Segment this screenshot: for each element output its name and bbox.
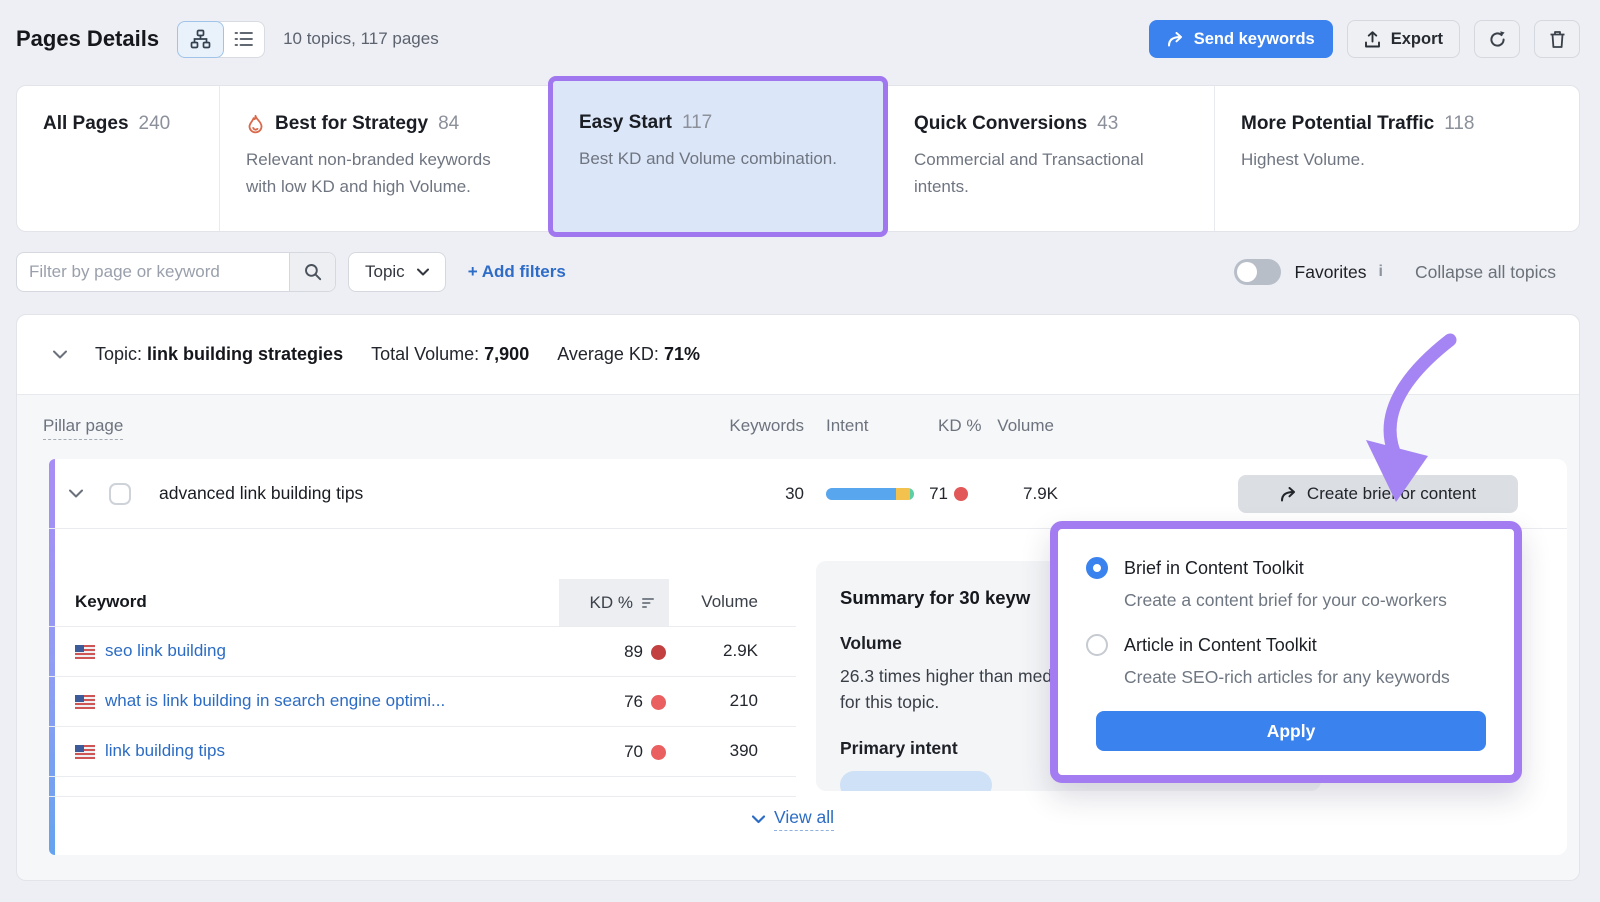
topic-total-volume: Total Volume: 7,900 [371,344,529,365]
radio-selected-icon[interactable] [1086,557,1108,579]
option-description: Create a content brief for your co-worke… [1124,587,1476,614]
row-kd-value: 71 [893,484,968,504]
collapse-all-topics-link[interactable]: Collapse all topics [1415,262,1556,283]
search-input[interactable] [17,253,289,291]
create-content-icon [1280,487,1297,502]
tree-view-button[interactable] [177,21,224,58]
pages-details-screen: Pages Details [0,0,1600,902]
toggle-knob [1237,262,1257,282]
refresh-button[interactable] [1474,20,1520,58]
column-keyword-volume: Volume [694,592,758,612]
radio-unselected-icon[interactable] [1086,634,1108,656]
us-flag-icon [75,695,95,709]
favorites-label: Favorites [1295,262,1367,283]
page-title: Pages Details [16,26,159,52]
apply-button[interactable]: Apply [1096,711,1486,751]
keyword-row: seo link building 89 2.9K [49,626,796,676]
topics-pages-summary: 10 topics, 117 pages [283,29,439,49]
segment-tabs: All Pages 240 Best for Strategy 84 Relev… [16,85,1580,232]
view-all-link[interactable]: View all [774,807,834,831]
keyword-volume: 390 [679,741,758,761]
top-bar: Pages Details [16,16,1580,62]
column-keyword: Keyword [75,592,147,612]
keywords-count: 30 [744,484,804,504]
column-volume: Volume [993,416,1054,436]
list-view-button[interactable] [218,21,265,58]
chevron-down-icon [417,268,429,276]
keyword-kd: 89 [554,627,666,677]
export-button[interactable]: Export [1347,20,1460,58]
tab-best-for-strategy[interactable]: Best for Strategy 84 Relevant non-brande… [219,86,549,231]
kd-difficulty-dot [954,487,968,501]
column-intent: Intent [826,416,869,436]
view-toggle [177,21,265,58]
topic-collapse-chevron-icon[interactable] [53,350,67,359]
send-keywords-icon [1167,32,1184,47]
keyword-kd: 76 [554,677,666,727]
topic-average-kd: Average KD: 71% [557,344,700,365]
delete-button[interactable] [1534,20,1580,58]
favorites-toggle[interactable] [1234,259,1281,285]
keyword-link[interactable]: seo link building [105,641,226,661]
view-all-row: View all [49,796,1537,842]
flame-icon [246,114,265,135]
us-flag-icon [75,745,95,759]
send-keywords-button[interactable]: Send keywords [1149,20,1333,58]
topic-name: Topic: link building strategies [95,344,343,365]
kd-difficulty-dot [651,645,666,660]
keyword-row: what is link building in search engine o… [49,676,796,726]
topic-filter-dropdown[interactable]: Topic [348,252,446,292]
topic-header-row: Topic: link building strategies Total Vo… [17,315,1579,395]
tab-all-pages[interactable]: All Pages 240 [17,86,219,231]
info-icon[interactable]: i [1379,263,1383,281]
keyword-table-header: Keyword KD % Volume [49,579,796,626]
row-collapse-chevron-icon[interactable] [69,489,83,498]
option-brief-in-content-toolkit[interactable]: Brief in Content Toolkit [1086,557,1490,579]
option-description: Create SEO-rich articles for any keyword… [1124,664,1476,691]
pillar-table-header: Pillar page Keywords Intent KD % Volume [17,395,1579,459]
keyword-row: link building tips 70 390 [49,726,796,776]
column-keywords: Keywords [672,416,804,436]
divider [49,776,796,777]
pillar-page-title[interactable]: advanced link building tips [159,483,363,504]
option-article-in-content-toolkit[interactable]: Article in Content Toolkit [1086,634,1490,656]
column-kd-sorted[interactable]: KD % [559,579,669,626]
refresh-icon [1488,30,1507,49]
tab-easy-start[interactable]: Easy Start 117 Best KD and Volume combin… [548,76,888,237]
keyword-link[interactable]: link building tips [105,741,225,761]
keyword-link[interactable]: what is link building in search engine o… [105,691,445,711]
column-kd: KD % [938,416,981,436]
tab-quick-conversions[interactable]: Quick Conversions 43 Commercial and Tran… [887,86,1214,231]
search-button[interactable] [289,253,335,291]
view-all-chevron-icon [752,815,765,824]
search-box [16,252,336,292]
add-filters-link[interactable]: + Add filters [468,262,566,282]
kd-difficulty-dot [651,745,666,760]
list-view-icon [234,30,254,48]
sort-descending-icon [642,597,655,609]
trash-icon [1549,30,1566,49]
row-checkbox[interactable] [109,483,131,505]
keyword-volume: 2.9K [679,641,758,661]
primary-intent-badge [840,771,992,792]
keyword-volume: 210 [679,691,758,711]
tab-more-potential-traffic[interactable]: More Potential Traffic 118 Highest Volum… [1214,86,1579,231]
create-content-popup: Brief in Content Toolkit Create a conten… [1050,521,1522,783]
kd-difficulty-dot [651,695,666,710]
pages-tree-view-icon [190,29,211,49]
us-flag-icon [75,645,95,659]
filter-bar: Topic + Add filters Favorites i Collapse… [16,252,1580,292]
search-icon [304,263,322,281]
create-brief-or-content-button[interactable]: Create brief or content [1238,475,1518,513]
keyword-kd: 70 [554,727,666,777]
column-pillar-page[interactable]: Pillar page [43,416,123,440]
row-volume-value: 7.9K [998,484,1058,504]
intent-segment-informational [826,488,896,500]
export-icon [1364,31,1381,48]
pillar-page-row: advanced link building tips 30 71 7.9K [49,459,1567,529]
